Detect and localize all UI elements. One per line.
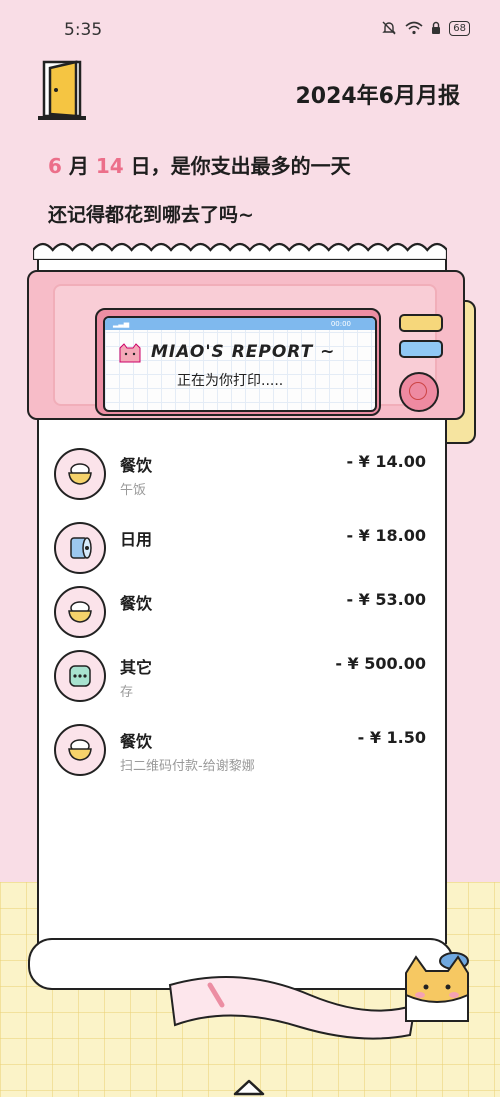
cat-face-icon	[119, 343, 141, 363]
transaction-category: 餐饮	[120, 594, 153, 613]
transaction-amount: - ¥ 18.00	[346, 526, 426, 545]
printer-yellow-button[interactable]	[399, 314, 443, 332]
print-status: 正在为你打印.....	[177, 373, 284, 389]
transaction-category: 其它	[120, 658, 153, 677]
headline: 6 月 14 日，是你支出最多的一天	[48, 150, 351, 179]
printer-screen: ▂▃▅ 00:00 MIAO'S REPORT ~ 正在为你打印.....	[103, 316, 377, 412]
transaction-category: 餐饮	[120, 732, 153, 751]
receipt-torn-edge	[33, 242, 447, 260]
printer-panel: ▂▃▅ 00:00 MIAO'S REPORT ~ 正在为你打印.....	[53, 284, 443, 416]
transaction-amount: - ¥ 53.00	[346, 590, 426, 609]
battery-indicator: 68	[449, 20, 470, 36]
status-time: 5:35	[64, 20, 103, 40]
printer-blue-button[interactable]	[399, 340, 443, 358]
transaction-note: 午饭	[120, 483, 147, 498]
transaction-category: 餐饮	[120, 456, 153, 475]
rice-bowl-icon	[54, 448, 106, 500]
mute-bell-icon	[382, 21, 396, 35]
chevron-up-icon[interactable]	[232, 1078, 266, 1096]
receipt-printer: ▂▃▅ 00:00 MIAO'S REPORT ~ 正在为你打印.....	[27, 270, 465, 420]
transaction-amount: - ¥ 14.00	[346, 452, 426, 471]
cat-mascot-icon	[405, 952, 469, 1022]
printer-screen-frame: ▂▃▅ 00:00 MIAO'S REPORT ~ 正在为你打印.....	[95, 308, 381, 416]
screen-status-bar: ▂▃▅ 00:00	[105, 318, 375, 330]
screen-time: 00:00	[330, 320, 351, 328]
report-brand: MIAO'S REPORT ~	[151, 342, 336, 362]
subheadline: 还记得都花到哪去了吗~	[48, 204, 254, 226]
other-dots-icon	[54, 650, 106, 702]
status-icons: 68	[381, 20, 470, 36]
headline-month: 6	[48, 154, 62, 178]
transaction-amount: - ¥ 1.50	[357, 728, 426, 747]
transaction-category: 日用	[120, 530, 153, 549]
paper-ribbon	[168, 976, 417, 1040]
screen-signal-icon: ▂▃▅	[113, 320, 130, 328]
headline-month-unit: 月	[68, 154, 89, 178]
headline-day: 14	[95, 154, 124, 178]
transaction-row[interactable]: 餐饮 - ¥ 53.00	[39, 574, 441, 638]
exit-door-icon[interactable]	[36, 58, 92, 122]
transaction-note: 扫二维码付款-给谢黎娜	[120, 759, 255, 774]
transaction-row[interactable]: 餐饮 扫二维码付款-给谢黎娜 - ¥ 1.50	[39, 712, 441, 786]
rice-bowl-icon	[54, 586, 106, 638]
headline-rest: 日，是你支出最多的一天	[130, 154, 351, 178]
page-title: 2024年6月月报	[295, 84, 460, 109]
lock-icon	[432, 21, 441, 34]
wifi-icon	[405, 21, 423, 35]
rice-bowl-icon	[54, 724, 106, 776]
transaction-amount: - ¥ 500.00	[335, 654, 426, 673]
printer-power-button[interactable]	[399, 372, 439, 412]
transaction-row[interactable]: 其它 存 - ¥ 500.00	[39, 638, 441, 712]
status-bar: 5:35 68	[0, 0, 500, 60]
transaction-list: 餐饮 午饭 - ¥ 14.00 日用 - ¥ 18.00 餐饮 - ¥ 53.0…	[39, 436, 441, 786]
transaction-row[interactable]: 日用 - ¥ 18.00	[39, 510, 441, 574]
transaction-row[interactable]: 餐饮 午饭 - ¥ 14.00	[39, 436, 441, 510]
transaction-note: 存	[120, 685, 134, 700]
toilet-paper-icon	[54, 522, 106, 574]
